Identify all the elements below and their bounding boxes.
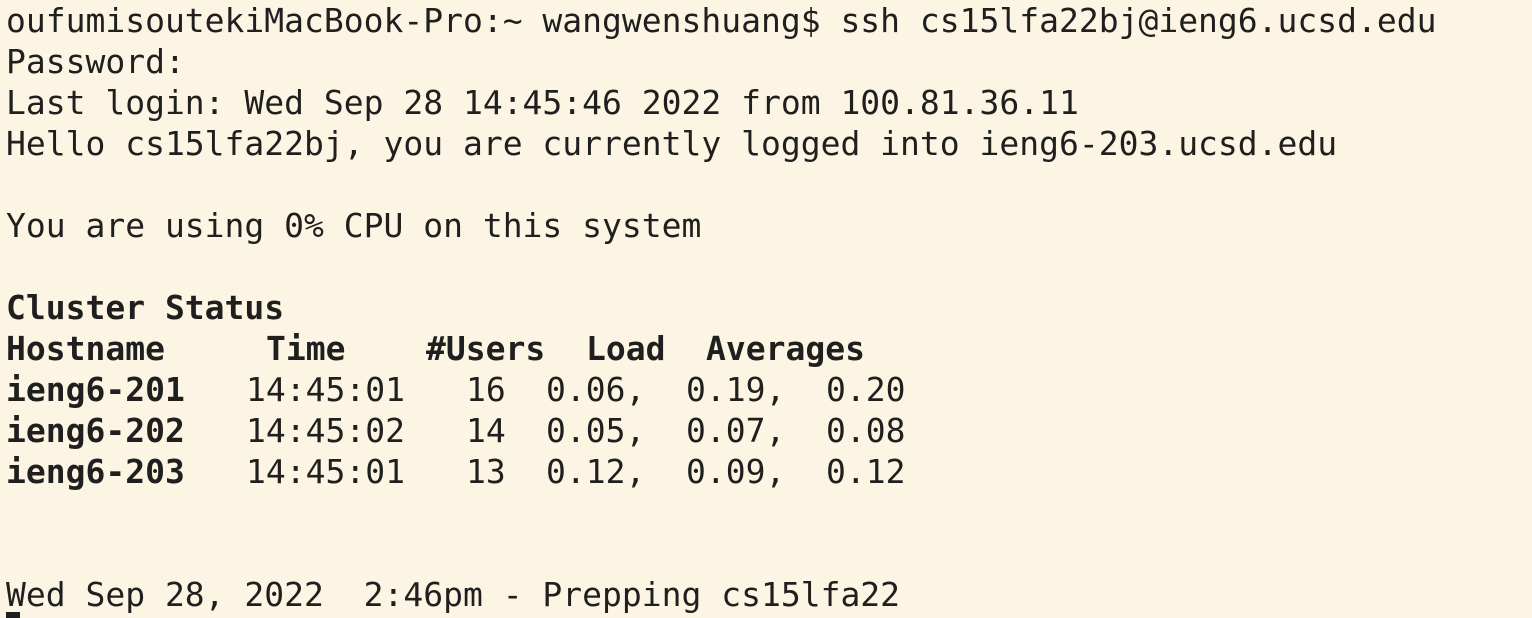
header-time: Time xyxy=(266,329,346,368)
password-prompt-line: Password: xyxy=(6,42,185,81)
row-load-15: 0.20 xyxy=(826,370,906,409)
row-load-1: 0.06, xyxy=(546,370,646,409)
terminal-window[interactable]: oufumisoutekiMacBook-Pro:~ wangwenshuang… xyxy=(0,0,1532,618)
row-hostname: ieng6-202 xyxy=(6,411,185,450)
row-users: 13 xyxy=(466,452,506,491)
row-time: 14:45:01 xyxy=(246,370,405,409)
row-load-15: 0.08 xyxy=(826,411,906,450)
ssh-command-line: oufumisoutekiMacBook-Pro:~ wangwenshuang… xyxy=(6,1,1437,40)
table-row: ieng6-202 14:45:02 14 0.05, 0.07, 0.08 xyxy=(6,410,1206,451)
row-load-1: 0.05, xyxy=(546,411,646,450)
row-hostname: ieng6-201 xyxy=(6,370,185,409)
table-row: ieng6-201 14:45:01 16 0.06, 0.19, 0.20 xyxy=(6,369,1206,410)
hello-line: Hello cs15lfa22bj, you are currently log… xyxy=(6,124,1338,163)
row-users: 14 xyxy=(466,411,506,450)
header-hostname: Hostname xyxy=(6,329,165,368)
row-load-5: 0.09, xyxy=(686,452,786,491)
last-login-line: Last login: Wed Sep 28 14:45:46 2022 fro… xyxy=(6,83,1079,122)
row-load-15: 0.12 xyxy=(826,452,906,491)
row-users: 16 xyxy=(466,370,506,409)
row-time: 14:45:01 xyxy=(246,452,405,491)
header-load: Load xyxy=(586,329,666,368)
row-hostname: ieng6-203 xyxy=(6,452,185,491)
row-load-5: 0.07, xyxy=(686,411,786,450)
row-time: 14:45:02 xyxy=(246,411,405,450)
cpu-usage-line: You are using 0% CPU on this system xyxy=(6,206,702,245)
header-averages: Averages xyxy=(706,329,865,368)
cluster-table-header: Hostname Time #Users Load Averages xyxy=(6,328,1206,369)
prep-message-line: Wed Sep 28, 2022 2:46pm - Prepping cs15l… xyxy=(6,575,901,614)
cut-off-next-line xyxy=(6,612,20,618)
row-load-1: 0.12, xyxy=(546,452,646,491)
header-users: #Users xyxy=(426,329,546,368)
table-row: ieng6-203 14:45:01 13 0.12, 0.09, 0.12 xyxy=(6,451,1206,492)
row-load-5: 0.19, xyxy=(686,370,786,409)
cluster-status-heading: Cluster Status xyxy=(6,288,285,327)
